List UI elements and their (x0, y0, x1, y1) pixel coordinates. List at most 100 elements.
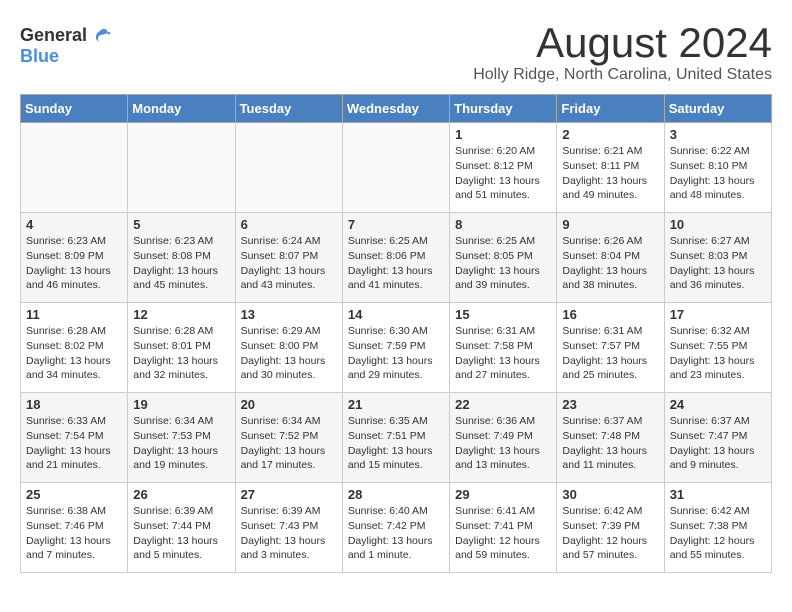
day-cell: 6 Sunrise: 6:24 AM Sunset: 8:07 PM Daylig… (235, 213, 342, 303)
day-number: 24 (670, 397, 766, 412)
header-cell-saturday: Saturday (664, 95, 771, 123)
header-cell-sunday: Sunday (21, 95, 128, 123)
logo-general-text: General (20, 25, 87, 46)
day-cell: 31 Sunrise: 6:42 AM Sunset: 7:38 PM Dayli… (664, 483, 771, 573)
day-detail: Sunrise: 6:28 AM Sunset: 8:01 PM Dayligh… (133, 324, 229, 383)
week-row-4: 25Sunrise: 6:38 AM Sunset: 7:46 PM Dayli… (21, 483, 772, 573)
day-detail: Sunrise: 6:42 AM Sunset: 7:38 PM Dayligh… (670, 504, 766, 563)
header: General Blue August 2024 Holly Ridge, No… (20, 20, 772, 84)
day-cell: 9 Sunrise: 6:26 AM Sunset: 8:04 PM Daylig… (557, 213, 664, 303)
day-number: 31 (670, 487, 766, 502)
day-detail: Sunrise: 6:25 AM Sunset: 8:06 PM Dayligh… (348, 234, 444, 293)
day-number: 6 (241, 217, 337, 232)
week-row-2: 11Sunrise: 6:28 AM Sunset: 8:02 PM Dayli… (21, 303, 772, 393)
week-row-0: 1 Sunrise: 6:20 AM Sunset: 8:12 PM Daylig… (21, 123, 772, 213)
day-detail: Sunrise: 6:31 AM Sunset: 7:57 PM Dayligh… (562, 324, 658, 383)
logo-bird-icon (91, 26, 111, 46)
day-cell: 21 Sunrise: 6:35 AM Sunset: 7:51 PM Dayli… (342, 393, 449, 483)
week-row-3: 18 Sunrise: 6:33 AM Sunset: 7:54 PM Dayli… (21, 393, 772, 483)
day-number: 17 (670, 307, 766, 322)
header-row: SundayMondayTuesdayWednesdayThursdayFrid… (21, 95, 772, 123)
day-cell: 15 Sunrise: 6:31 AM Sunset: 7:58 PM Dayli… (450, 303, 557, 393)
day-number: 14 (348, 307, 444, 322)
day-cell: 17Sunrise: 6:32 AM Sunset: 7:55 PM Dayli… (664, 303, 771, 393)
day-cell: 28 Sunrise: 6:40 AM Sunset: 7:42 PM Dayli… (342, 483, 449, 573)
day-number: 7 (348, 217, 444, 232)
day-number: 23 (562, 397, 658, 412)
day-detail: Sunrise: 6:29 AM Sunset: 8:00 PM Dayligh… (241, 324, 337, 383)
day-detail: Sunrise: 6:39 AM Sunset: 7:43 PM Dayligh… (241, 504, 337, 563)
day-detail: Sunrise: 6:35 AM Sunset: 7:51 PM Dayligh… (348, 414, 444, 473)
day-detail: Sunrise: 6:25 AM Sunset: 8:05 PM Dayligh… (455, 234, 551, 293)
header-cell-friday: Friday (557, 95, 664, 123)
day-number: 21 (348, 397, 444, 412)
day-cell: 23 Sunrise: 6:37 AM Sunset: 7:48 PM Dayli… (557, 393, 664, 483)
day-number: 28 (348, 487, 444, 502)
day-detail: Sunrise: 6:36 AM Sunset: 7:49 PM Dayligh… (455, 414, 551, 473)
day-number: 5 (133, 217, 229, 232)
day-detail: Sunrise: 6:31 AM Sunset: 7:58 PM Dayligh… (455, 324, 551, 383)
day-number: 9 (562, 217, 658, 232)
day-detail: Sunrise: 6:40 AM Sunset: 7:42 PM Dayligh… (348, 504, 444, 563)
day-detail: Sunrise: 6:24 AM Sunset: 8:07 PM Dayligh… (241, 234, 337, 293)
day-cell (21, 123, 128, 213)
week-row-1: 4 Sunrise: 6:23 AM Sunset: 8:09 PM Daylig… (21, 213, 772, 303)
day-detail: Sunrise: 6:41 AM Sunset: 7:41 PM Dayligh… (455, 504, 551, 563)
day-detail: Sunrise: 6:30 AM Sunset: 7:59 PM Dayligh… (348, 324, 444, 383)
day-cell: 3Sunrise: 6:22 AM Sunset: 8:10 PM Daylig… (664, 123, 771, 213)
day-detail: Sunrise: 6:20 AM Sunset: 8:12 PM Dayligh… (455, 144, 551, 203)
month-title: August 2024 (473, 20, 772, 66)
header-cell-thursday: Thursday (450, 95, 557, 123)
header-cell-tuesday: Tuesday (235, 95, 342, 123)
day-number: 27 (241, 487, 337, 502)
day-cell: 18 Sunrise: 6:33 AM Sunset: 7:54 PM Dayli… (21, 393, 128, 483)
day-cell: 10 Sunrise: 6:27 AM Sunset: 8:03 PM Dayli… (664, 213, 771, 303)
day-number: 16 (562, 307, 658, 322)
header-cell-wednesday: Wednesday (342, 95, 449, 123)
day-cell (128, 123, 235, 213)
day-detail: Sunrise: 6:33 AM Sunset: 7:54 PM Dayligh… (26, 414, 122, 473)
day-cell: 19 Sunrise: 6:34 AM Sunset: 7:53 PM Dayli… (128, 393, 235, 483)
day-number: 15 (455, 307, 551, 322)
day-detail: Sunrise: 6:42 AM Sunset: 7:39 PM Dayligh… (562, 504, 658, 563)
day-cell: 7 Sunrise: 6:25 AM Sunset: 8:06 PM Daylig… (342, 213, 449, 303)
day-number: 18 (26, 397, 122, 412)
day-number: 13 (241, 307, 337, 322)
day-number: 19 (133, 397, 229, 412)
day-number: 1 (455, 127, 551, 142)
day-detail: Sunrise: 6:34 AM Sunset: 7:53 PM Dayligh… (133, 414, 229, 473)
day-cell: 22 Sunrise: 6:36 AM Sunset: 7:49 PM Dayli… (450, 393, 557, 483)
day-number: 2 (562, 127, 658, 142)
day-detail: Sunrise: 6:22 AM Sunset: 8:10 PM Dayligh… (670, 144, 766, 203)
day-cell: 24 Sunrise: 6:37 AM Sunset: 7:47 PM Dayli… (664, 393, 771, 483)
day-detail: Sunrise: 6:37 AM Sunset: 7:48 PM Dayligh… (562, 414, 658, 473)
day-cell: 16 Sunrise: 6:31 AM Sunset: 7:57 PM Dayli… (557, 303, 664, 393)
day-detail: Sunrise: 6:23 AM Sunset: 8:09 PM Dayligh… (26, 234, 122, 293)
day-number: 12 (133, 307, 229, 322)
day-detail: Sunrise: 6:37 AM Sunset: 7:47 PM Dayligh… (670, 414, 766, 473)
day-detail: Sunrise: 6:27 AM Sunset: 8:03 PM Dayligh… (670, 234, 766, 293)
day-cell: 26Sunrise: 6:39 AM Sunset: 7:44 PM Dayli… (128, 483, 235, 573)
logo-blue-text: Blue (20, 46, 59, 67)
day-number: 4 (26, 217, 122, 232)
day-cell: 29 Sunrise: 6:41 AM Sunset: 7:41 PM Dayli… (450, 483, 557, 573)
day-cell: 25Sunrise: 6:38 AM Sunset: 7:46 PM Dayli… (21, 483, 128, 573)
day-cell: 4 Sunrise: 6:23 AM Sunset: 8:09 PM Daylig… (21, 213, 128, 303)
calendar-table: SundayMondayTuesdayWednesdayThursdayFrid… (20, 94, 772, 573)
day-number: 22 (455, 397, 551, 412)
day-number: 10 (670, 217, 766, 232)
day-cell: 8 Sunrise: 6:25 AM Sunset: 8:05 PM Daylig… (450, 213, 557, 303)
day-cell: 1 Sunrise: 6:20 AM Sunset: 8:12 PM Daylig… (450, 123, 557, 213)
day-cell: 11Sunrise: 6:28 AM Sunset: 8:02 PM Dayli… (21, 303, 128, 393)
day-detail: Sunrise: 6:26 AM Sunset: 8:04 PM Dayligh… (562, 234, 658, 293)
day-number: 26 (133, 487, 229, 502)
day-number: 11 (26, 307, 122, 322)
day-cell: 14 Sunrise: 6:30 AM Sunset: 7:59 PM Dayli… (342, 303, 449, 393)
day-number: 25 (26, 487, 122, 502)
day-detail: Sunrise: 6:23 AM Sunset: 8:08 PM Dayligh… (133, 234, 229, 293)
day-number: 8 (455, 217, 551, 232)
day-cell: 30Sunrise: 6:42 AM Sunset: 7:39 PM Dayli… (557, 483, 664, 573)
day-cell: 20Sunrise: 6:34 AM Sunset: 7:52 PM Dayli… (235, 393, 342, 483)
day-number: 29 (455, 487, 551, 502)
day-cell: 27 Sunrise: 6:39 AM Sunset: 7:43 PM Dayli… (235, 483, 342, 573)
